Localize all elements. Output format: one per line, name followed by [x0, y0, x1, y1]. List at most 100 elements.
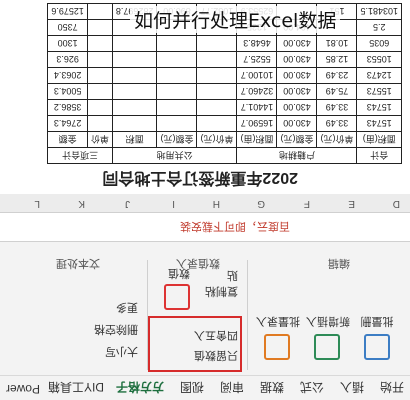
table-cell[interactable]: 12.85: [316, 51, 357, 68]
copy-paste-button[interactable]: 复制粘贴: [198, 268, 238, 300]
table-cell[interactable]: 15743: [356, 99, 402, 116]
column-header[interactable]: G: [257, 198, 265, 209]
table-cell[interactable]: [112, 35, 157, 52]
table-cell[interactable]: [87, 67, 113, 84]
highlight-box: [148, 316, 242, 372]
table-cell[interactable]: 75.49: [316, 83, 357, 100]
table-cell[interactable]: [112, 99, 157, 116]
table-cell[interactable]: 32460.7: [236, 83, 277, 100]
table-cell[interactable]: [156, 67, 197, 84]
tab-insert[interactable]: 插入: [340, 379, 364, 396]
ribbon: 开始 插入 公式 数据 审阅 视图 方方格子 DIY工具箱 Power 批量删 …: [0, 242, 410, 400]
table-cell[interactable]: 430.00: [276, 51, 317, 68]
table-cell[interactable]: 15743: [356, 115, 402, 132]
column-header[interactable]: I: [172, 198, 175, 209]
table-cell[interactable]: 5004.3: [47, 83, 88, 100]
remove-spaces-button[interactable]: 删除空格: [58, 322, 138, 338]
subheader: 单价: [87, 131, 113, 148]
table-cell[interactable]: 430.00: [276, 35, 317, 52]
table-cell[interactable]: 430.00: [276, 67, 317, 84]
tab-diy-toolbox[interactable]: DIY工具箱: [48, 379, 104, 396]
table-cell[interactable]: 430.00: [276, 99, 317, 116]
table-cell[interactable]: 15573: [356, 83, 402, 100]
table-cell[interactable]: [87, 83, 113, 100]
table-cell[interactable]: 10.81: [316, 35, 357, 52]
table-cell[interactable]: 16590.7: [236, 115, 277, 132]
table-cell[interactable]: 430.00: [276, 83, 317, 100]
table-cell[interactable]: [196, 99, 237, 116]
batch-delete-button[interactable]: 批量删: [352, 314, 402, 330]
table-cell[interactable]: [196, 83, 237, 100]
table-cell[interactable]: [87, 19, 113, 36]
batch-entry-button[interactable]: 批量录入: [252, 314, 304, 330]
table-cell[interactable]: [196, 67, 237, 84]
install-warning: 百度云，即可下载安装: [180, 220, 290, 232]
more-button[interactable]: 更多: [58, 300, 138, 316]
column-header[interactable]: E: [348, 198, 355, 209]
table-row: 10553 12.85 430.00 5525.7 926.3: [47, 51, 402, 68]
table-cell[interactable]: [156, 83, 197, 100]
table-cell[interactable]: [196, 115, 237, 132]
table-cell[interactable]: [112, 51, 157, 68]
table-cell[interactable]: 4648.3: [236, 35, 277, 52]
table-cell[interactable]: 2764.3: [47, 115, 88, 132]
table-cell[interactable]: 1300: [47, 35, 88, 52]
table-cell[interactable]: [196, 51, 237, 68]
tab-power[interactable]: Power: [6, 382, 40, 396]
tab-home[interactable]: 开始: [380, 379, 404, 396]
table-cell[interactable]: 2.5: [356, 19, 402, 36]
insert-icon[interactable]: [314, 334, 340, 360]
table-cell[interactable]: 5525.7: [236, 51, 277, 68]
table-cell[interactable]: [87, 3, 113, 20]
table-cell[interactable]: [156, 51, 197, 68]
table-cell[interactable]: [112, 67, 157, 84]
column-header[interactable]: H: [213, 198, 220, 209]
tab-data[interactable]: 数据: [260, 379, 284, 396]
table-cell[interactable]: 10553: [356, 51, 402, 68]
table-cell[interactable]: [156, 35, 197, 52]
table-cell[interactable]: 6035: [356, 35, 402, 52]
group-separator: [247, 260, 248, 370]
table-cell[interactable]: 2063.4: [47, 67, 88, 84]
table-cell[interactable]: 3586.2: [47, 99, 88, 116]
tab-view[interactable]: 视图: [180, 379, 204, 396]
column-header[interactable]: F: [304, 198, 310, 209]
batch-delete-icon[interactable]: [364, 334, 390, 360]
table-cell[interactable]: [87, 115, 113, 132]
table-row: 12473 23.49 430.00 10100.7 2063.4: [47, 67, 402, 84]
table-cell[interactable]: 14401.7: [236, 99, 277, 116]
table-cell[interactable]: 12579.6: [47, 3, 88, 20]
table-cell[interactable]: [87, 35, 113, 52]
tab-formulas[interactable]: 公式: [300, 379, 324, 396]
case-button[interactable]: 大小写: [58, 344, 138, 360]
table-cell[interactable]: [87, 99, 113, 116]
tab-fangfang[interactable]: 方方格子: [116, 379, 164, 396]
column-header[interactable]: D: [393, 198, 400, 209]
table-cell[interactable]: [87, 51, 113, 68]
table-cell[interactable]: 10100.7: [236, 67, 277, 84]
column-headers: D E F G H I J K L: [0, 193, 410, 212]
subheader: 面积: [112, 131, 157, 148]
table-cell[interactable]: 7350: [47, 19, 88, 36]
table-cell[interactable]: 12473: [356, 67, 402, 84]
table-cell[interactable]: 33.49: [316, 99, 357, 116]
numeric-icon[interactable]: [164, 284, 190, 310]
batch-entry-icon[interactable]: [264, 334, 290, 360]
insert-button[interactable]: 新增插入: [302, 314, 354, 330]
table-cell[interactable]: 103481.5: [356, 3, 402, 20]
table-cell[interactable]: [156, 115, 197, 132]
table-cell[interactable]: 430.00: [276, 115, 317, 132]
table-cell[interactable]: [196, 35, 237, 52]
column-header[interactable]: J: [125, 198, 130, 209]
tab-review[interactable]: 审阅: [220, 379, 244, 396]
table-cell[interactable]: 23.49: [316, 67, 357, 84]
table-cell[interactable]: 926.3: [47, 51, 88, 68]
table-cell[interactable]: [112, 115, 157, 132]
table-cell[interactable]: 33.49: [316, 115, 357, 132]
header-group: 户籍耕地: [236, 147, 357, 164]
table-cell[interactable]: [156, 99, 197, 116]
table-cell[interactable]: [112, 83, 157, 100]
column-header[interactable]: K: [78, 198, 85, 209]
header-group: 合计: [356, 147, 402, 164]
column-header[interactable]: L: [34, 198, 40, 209]
